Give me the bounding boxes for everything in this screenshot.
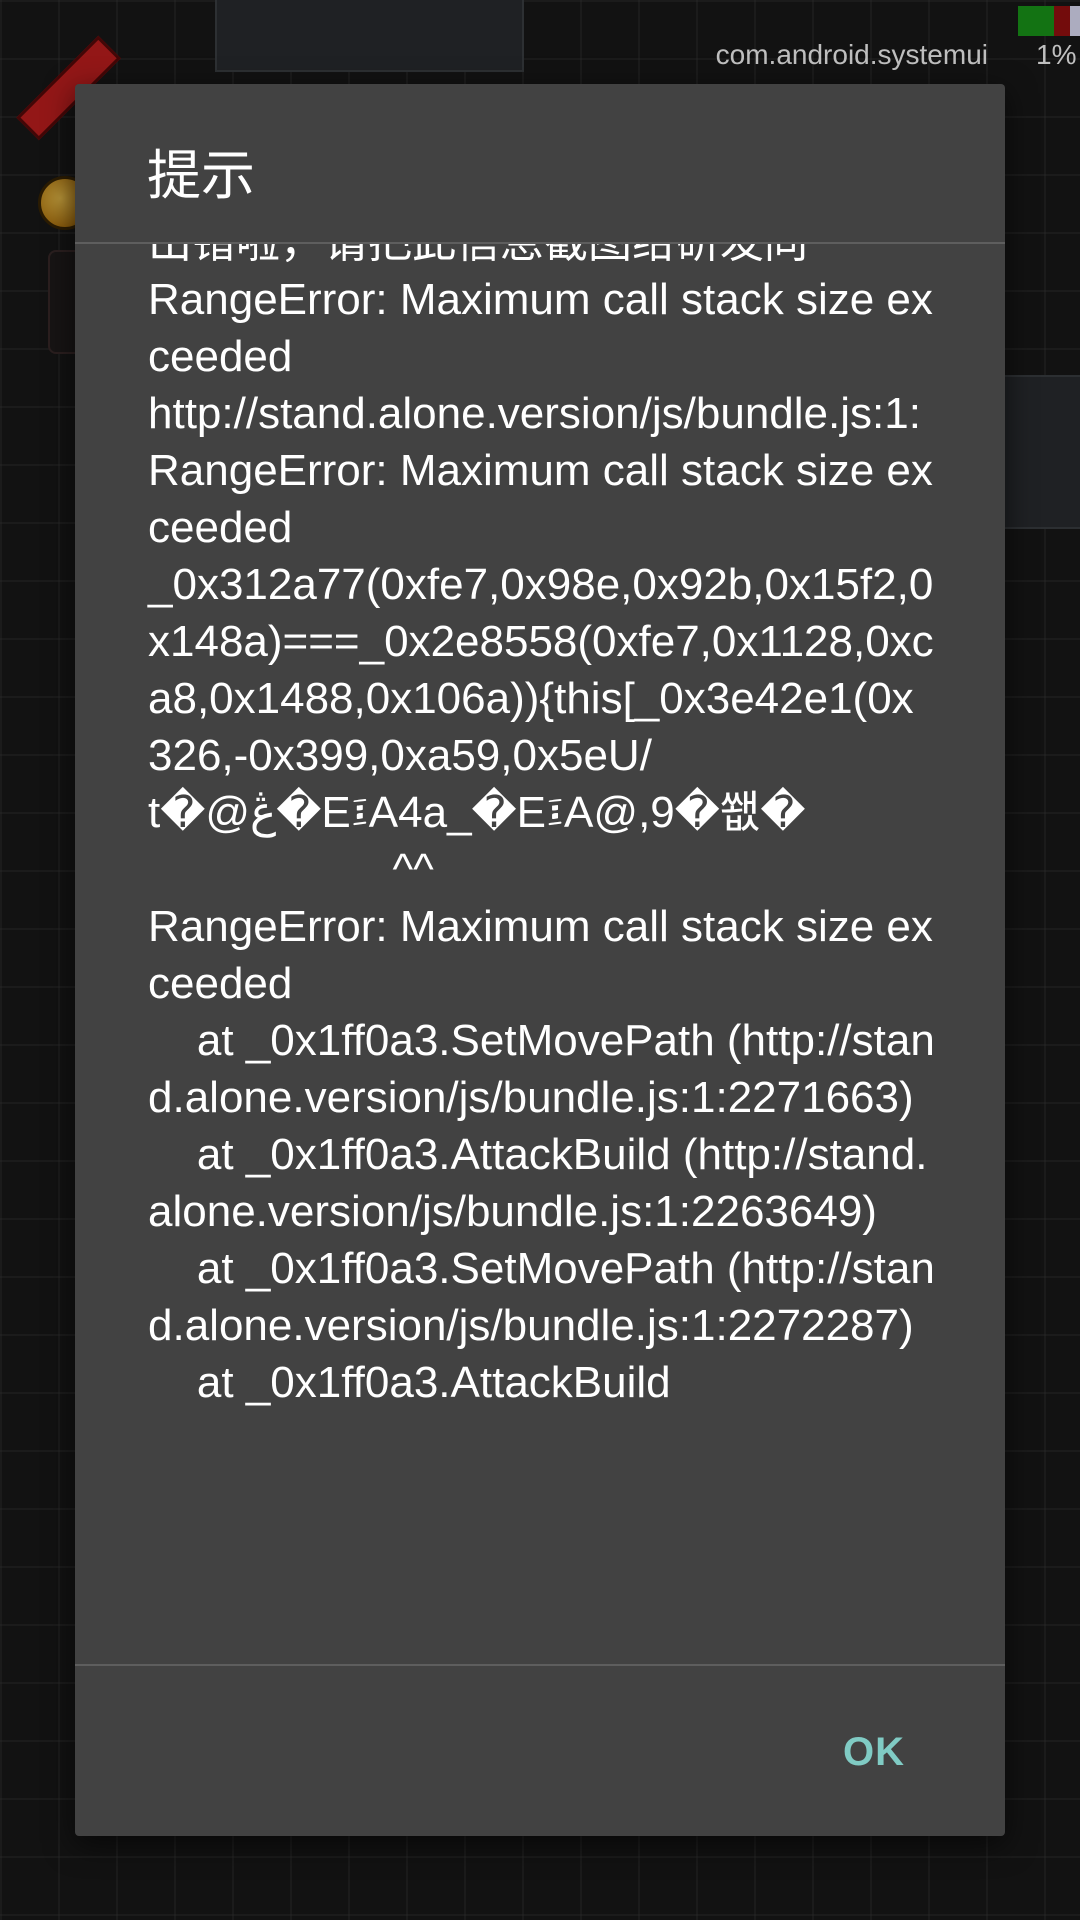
dialog-title: 提示 bbox=[147, 144, 255, 207]
message-scroll-area[interactable]: 出错啦，请把此信息截图给研发同 RangeError: Maximum call… bbox=[75, 244, 1005, 1664]
alert-dialog: 提示 出错啦，请把此信息截图给研发同 RangeError: Maximum c… bbox=[75, 84, 1005, 1836]
ok-button[interactable]: OK bbox=[833, 1724, 915, 1780]
divider bbox=[75, 1664, 1005, 1666]
error-message: 出错啦，请把此信息截图给研发同 RangeError: Maximum call… bbox=[148, 244, 935, 1407]
